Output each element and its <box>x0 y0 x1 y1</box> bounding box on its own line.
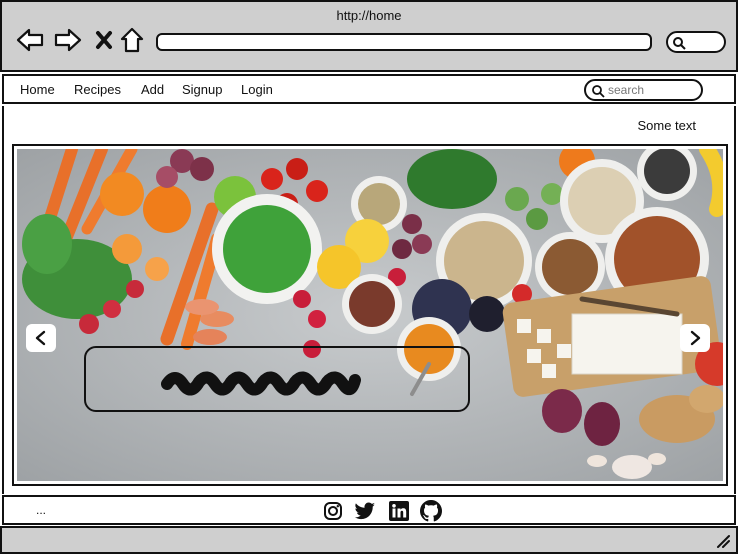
food-ingredients-photo <box>17 149 723 481</box>
search-icon <box>673 37 686 50</box>
linkedin-icon[interactable] <box>388 500 410 522</box>
chevron-left-icon <box>35 330 46 346</box>
search-placeholder: search <box>608 83 645 97</box>
nav-link-home[interactable]: Home <box>20 82 55 97</box>
nav-link-add[interactable]: Add <box>141 82 164 97</box>
carousel-caption-box <box>84 346 470 412</box>
back-arrow-icon[interactable] <box>16 26 44 54</box>
top-right-text: Some text <box>637 118 696 133</box>
site-footer: ... <box>2 495 736 525</box>
nav-link-login[interactable]: Login <box>241 82 273 97</box>
footer-text: ... <box>36 503 47 517</box>
twitter-icon[interactable] <box>354 500 376 522</box>
scribble-placeholder-text <box>161 371 361 396</box>
nav-link-signup[interactable]: Signup <box>182 82 222 97</box>
site-navbar: Home Recipes Add Signup Login search <box>2 74 736 104</box>
chevron-right-icon <box>690 330 701 346</box>
instagram-icon[interactable] <box>322 500 344 522</box>
browser-chrome: http://home <box>0 0 738 72</box>
nav-search-input[interactable]: search <box>584 79 703 101</box>
home-icon[interactable] <box>118 26 146 54</box>
carousel-next-button[interactable] <box>680 324 710 352</box>
forward-arrow-icon[interactable] <box>54 26 82 54</box>
resize-grip-icon[interactable] <box>716 534 730 548</box>
address-bar[interactable] <box>156 33 652 51</box>
browser-search-field[interactable] <box>666 31 726 53</box>
search-icon <box>592 85 605 98</box>
github-icon[interactable] <box>420 500 442 522</box>
nav-link-recipes[interactable]: Recipes <box>74 82 121 97</box>
browser-status-bar <box>0 526 738 554</box>
page-url-title: http://home <box>336 8 402 23</box>
close-icon[interactable] <box>90 26 118 54</box>
hero-carousel <box>12 144 728 486</box>
carousel-prev-button[interactable] <box>26 324 56 352</box>
